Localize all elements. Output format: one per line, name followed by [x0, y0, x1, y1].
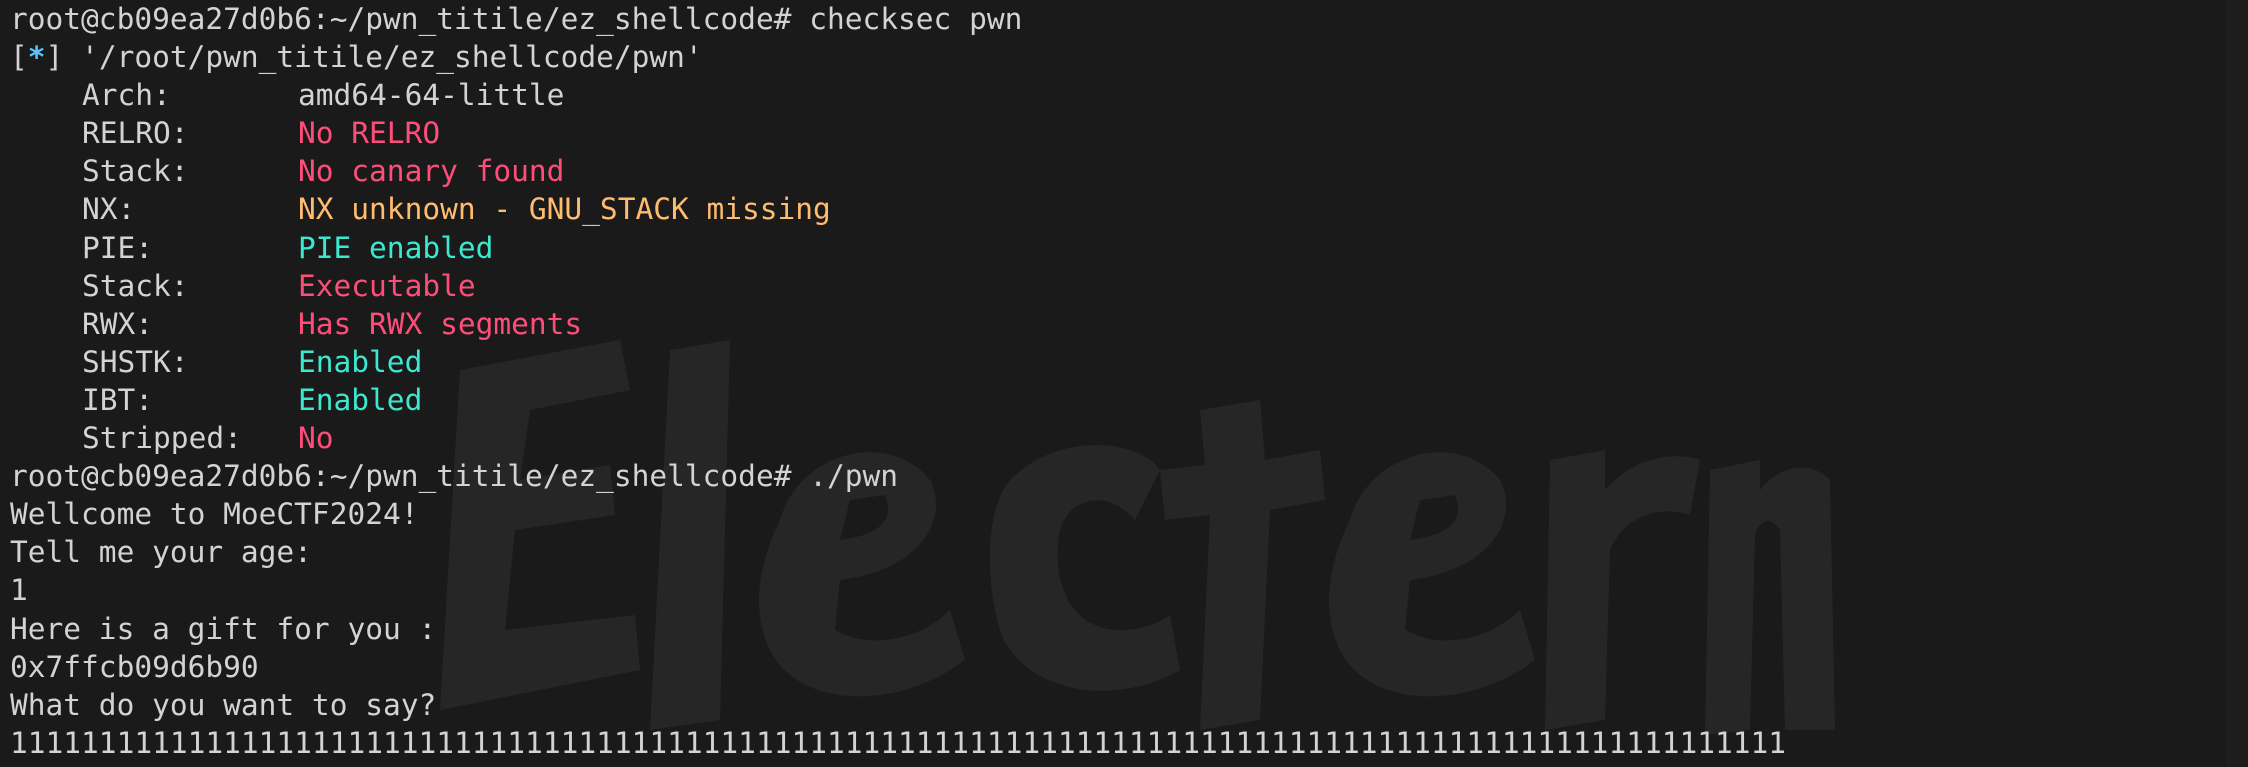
- checksec-key: IBT:: [82, 382, 154, 417]
- command-line-run-pwn: root@cb09ea27d0b6:~/pwn_titile/ez_shellc…: [10, 459, 899, 494]
- checksec-row: RWX: Has RWX segments: [10, 305, 2248, 343]
- checksec-key: Stack:: [82, 268, 189, 303]
- checksec-value: PIE enabled: [298, 230, 494, 265]
- checksec-row: Stripped: No: [10, 419, 2248, 457]
- checksec-file-info-line: [*] '/root/pwn_titile/ez_shellcode/pwn': [10, 38, 2248, 76]
- terminal-output: root@cb09ea27d0b6:~/pwn_titile/ez_shellc…: [10, 0, 2248, 767]
- checksec-key: RELRO:: [82, 116, 189, 151]
- checksec-value: Has RWX segments: [298, 306, 583, 341]
- checksec-value: No RELRO: [298, 116, 441, 151]
- checksec-key: Stack:: [82, 154, 189, 189]
- checksec-key: Stripped:: [82, 421, 242, 456]
- program-output-line: 1111111111111111111111111111111111111111…: [10, 725, 1787, 760]
- checksec-row: Stack: Executable: [10, 267, 2248, 305]
- checksec-key: Arch:: [82, 78, 171, 113]
- checksec-row: IBT: Enabled: [10, 381, 2248, 419]
- checksec-row: NX: NX unknown - GNU_STACK missing: [10, 190, 2248, 228]
- checksec-row: Arch: amd64-64-little: [10, 76, 2248, 114]
- checksec-value: No canary found: [298, 154, 565, 189]
- checksec-value: amd64-64-little: [298, 78, 565, 113]
- terminal-scrollbar[interactable]: [2226, 0, 2248, 767]
- program-output-line: What do you want to say?: [10, 687, 437, 722]
- checksec-value: Executable: [298, 268, 476, 303]
- info-file-path: ] '/root/pwn_titile/ez_shellcode/pwn': [45, 40, 703, 75]
- checksec-row: RELRO: No RELRO: [10, 114, 2248, 152]
- checksec-value: No: [298, 421, 334, 456]
- program-output-line: Wellcome to MoeCTF2024!: [10, 497, 419, 532]
- checksec-key: NX:: [82, 192, 136, 227]
- terminal-window[interactable]: root@cb09ea27d0b6:~/pwn_titile/ez_shellc…: [0, 0, 2248, 767]
- command-line-checksec: root@cb09ea27d0b6:~/pwn_titile/ez_shellc…: [10, 2, 1023, 36]
- checksec-key: PIE:: [82, 230, 154, 265]
- checksec-key: SHSTK:: [82, 344, 189, 379]
- checksec-key: RWX:: [82, 306, 154, 341]
- info-bracket-open: [: [10, 40, 28, 75]
- checksec-row: PIE: PIE enabled: [10, 229, 2248, 267]
- checksec-value: Enabled: [298, 382, 423, 417]
- info-star-icon: *: [27, 40, 46, 75]
- checksec-row: Stack: No canary found: [10, 152, 2248, 190]
- checksec-value: NX unknown - GNU_STACK missing: [298, 192, 831, 227]
- program-output-line: Tell me your age:: [10, 535, 312, 570]
- program-output-line: Here is a gift for you :: [10, 611, 437, 646]
- program-output-line: 1: [10, 573, 28, 608]
- program-output-line: 0x7ffcb09d6b90: [10, 649, 259, 684]
- checksec-row: SHSTK: Enabled: [10, 343, 2248, 381]
- checksec-value: Enabled: [298, 344, 423, 379]
